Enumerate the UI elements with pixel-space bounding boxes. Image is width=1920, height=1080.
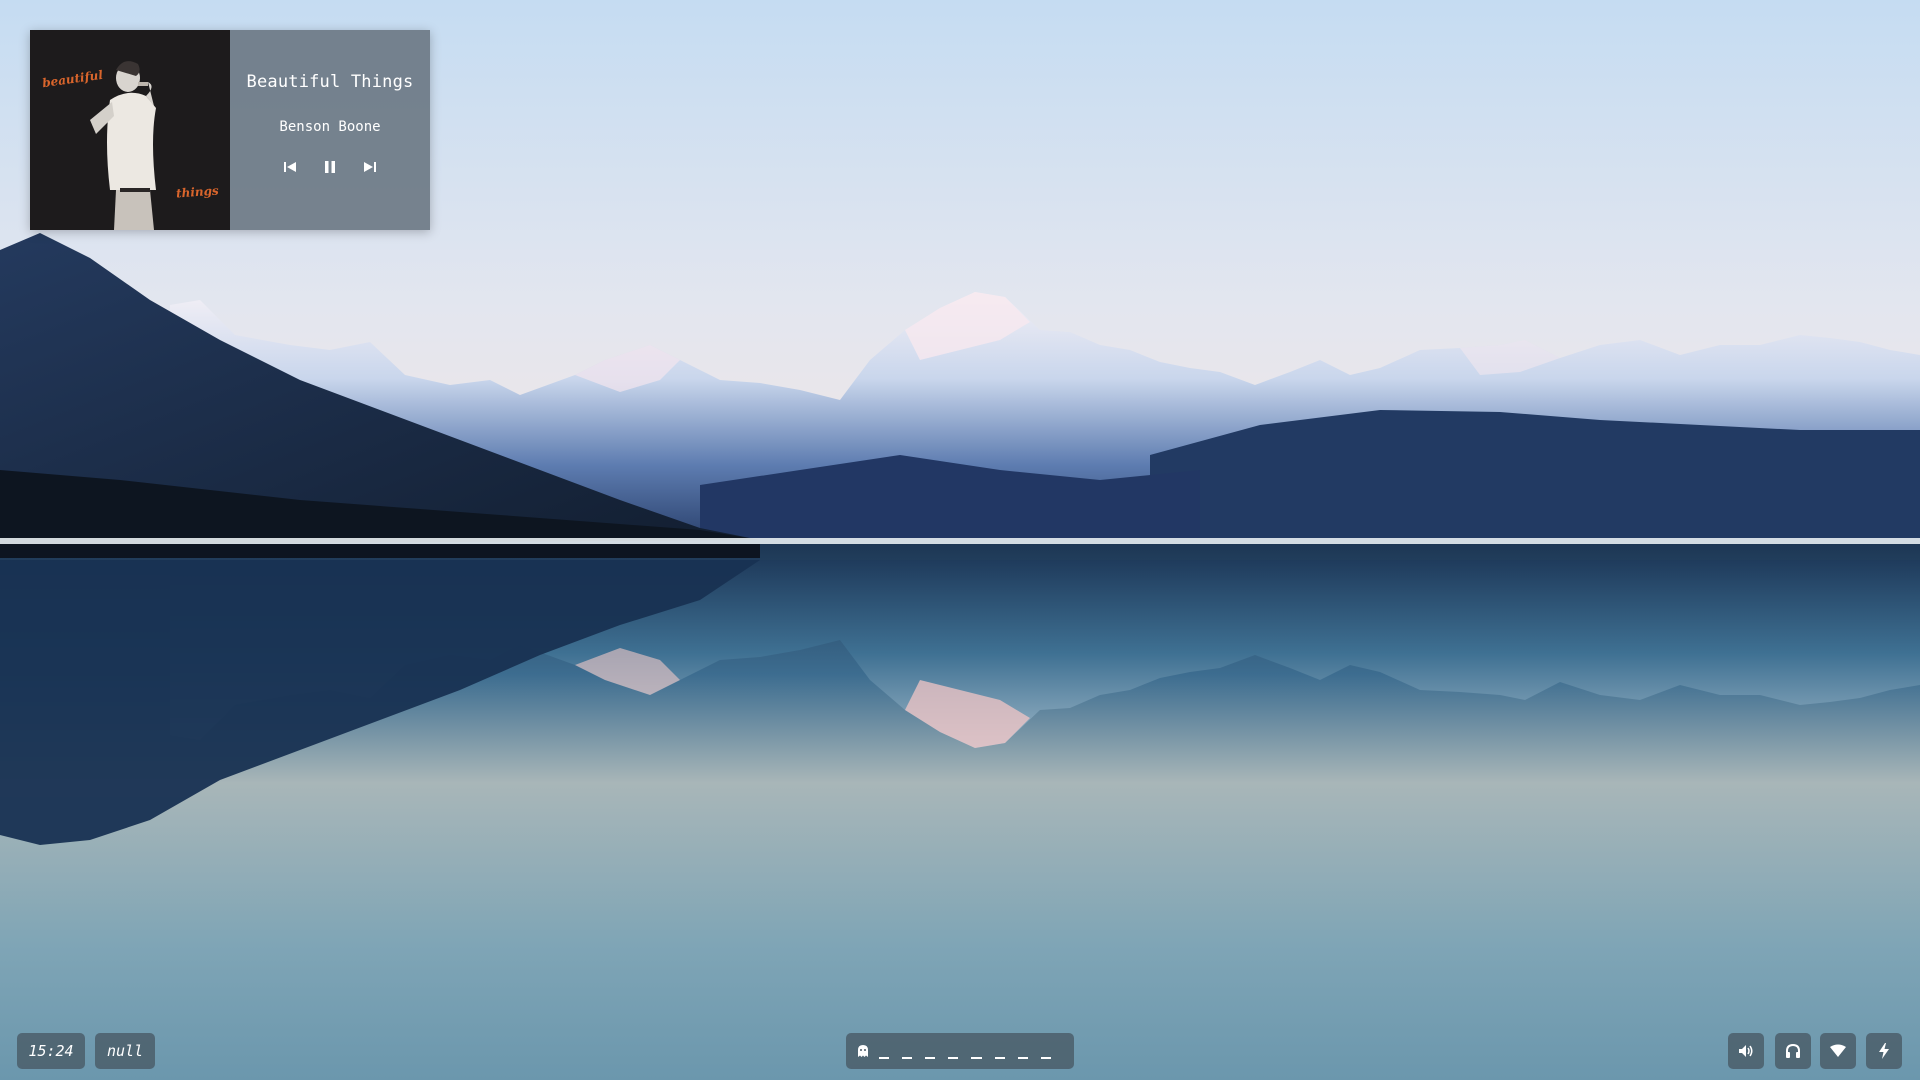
- album-cover-art: [90, 61, 156, 230]
- headphones-icon: [1786, 1043, 1800, 1058]
- desktop: beautiful things Beautiful Things Benson…: [0, 0, 1920, 1080]
- pause-button[interactable]: [323, 160, 337, 174]
- wifi-icon: [1830, 1044, 1846, 1057]
- skip-next-icon: [364, 162, 376, 172]
- headphones-button[interactable]: [1775, 1033, 1811, 1069]
- workspace-indicator-8[interactable]: [1017, 1057, 1028, 1059]
- workspaces: [846, 1033, 1074, 1069]
- pause-icon: [325, 161, 335, 173]
- skip-previous-icon: [284, 162, 296, 172]
- window-title[interactable]: null: [95, 1033, 155, 1069]
- album-cover: beautiful things: [30, 30, 230, 230]
- workspace-indicator-4[interactable]: [925, 1057, 936, 1059]
- skip-next-button[interactable]: [363, 160, 377, 174]
- workspace-indicator-5[interactable]: [948, 1057, 959, 1059]
- workspace-indicator-7[interactable]: [994, 1057, 1005, 1059]
- workspace-indicator-9[interactable]: [1040, 1057, 1052, 1059]
- volume-icon: [1739, 1045, 1753, 1057]
- workspace-indicator-3[interactable]: [901, 1057, 913, 1059]
- workspace-indicator-2[interactable]: [878, 1057, 889, 1059]
- track-artist: Benson Boone: [279, 119, 381, 135]
- power-button[interactable]: [1866, 1033, 1902, 1069]
- playback-controls: [283, 160, 377, 174]
- cover-text-things: things: [175, 183, 220, 201]
- workspace-indicator-6[interactable]: [971, 1057, 982, 1059]
- ghost-icon[interactable]: [856, 1043, 871, 1059]
- media-player: beautiful things Beautiful Things Benson…: [30, 30, 430, 230]
- wifi-button[interactable]: [1820, 1033, 1856, 1069]
- lightning-bolt-icon: [1879, 1043, 1889, 1059]
- volume-button[interactable]: [1728, 1033, 1764, 1069]
- clock[interactable]: 15:24: [17, 1033, 85, 1069]
- skip-previous-button[interactable]: [283, 160, 297, 174]
- player-info: Beautiful Things Benson Boone: [230, 30, 430, 230]
- track-title: Beautiful Things: [246, 72, 414, 92]
